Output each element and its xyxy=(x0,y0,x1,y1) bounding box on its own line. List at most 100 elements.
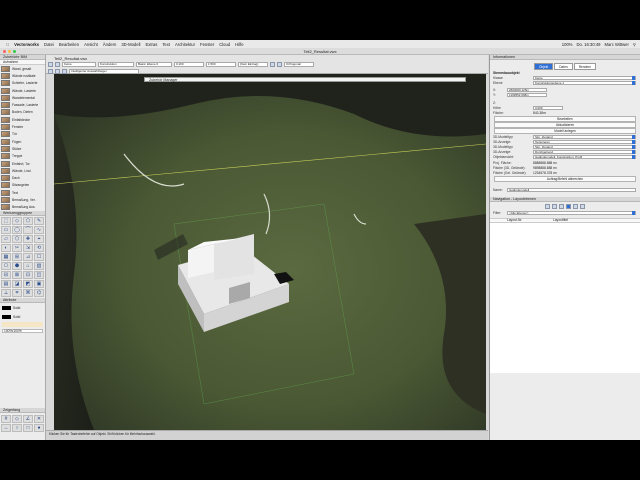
apple-icon[interactable]:  xyxy=(6,42,9,47)
menu-ansicht[interactable]: Ansicht xyxy=(84,42,98,47)
pencil-icon[interactable]: ✎ xyxy=(34,216,44,225)
setting-dropdown[interactable]: Sim. Zustand xyxy=(533,144,636,149)
transform-mode-icon[interactable] xyxy=(62,68,67,74)
close-window-button[interactable] xyxy=(3,50,6,53)
slab-icon[interactable]: ▥ xyxy=(34,261,44,270)
corner-box-icon[interactable]: ◪ xyxy=(12,279,22,288)
update-button[interactable]: Aktualisieren xyxy=(494,122,636,128)
edit-button[interactable]: Bearbeiten xyxy=(494,116,636,122)
resource-item[interactable]: Wände, Lasierte xyxy=(0,87,45,94)
drawing-viewport[interactable]: Zubehör Manager xyxy=(54,74,486,430)
resource-item[interactable]: Wandelemental xyxy=(0,94,45,101)
snap-intersection-icon[interactable]: ✕ xyxy=(34,415,44,423)
battery-status[interactable]: 100% xyxy=(562,42,573,47)
resource-item[interactable]: Einfahrt, Tor xyxy=(0,160,45,167)
resource-item[interactable]: Bemaßung, Ver. xyxy=(0,196,45,203)
create-model-button[interactable]: Modell anlegen xyxy=(494,128,636,134)
projection-dropdown[interactable]: Orthogonal xyxy=(284,61,314,67)
nav-col-title[interactable]: Layouttitel xyxy=(553,218,568,222)
resource-item[interactable]: Bemaßung Aus. xyxy=(0,204,45,211)
resource-item[interactable]: Schiefer, Lasierte xyxy=(0,80,45,87)
setting-dropdown[interactable]: Geländemodell, Konstruktion, Profil xyxy=(533,155,636,160)
menu-bearbeiten[interactable]: Bearbeiten xyxy=(59,42,79,47)
resize-icon[interactable]: ⇲ xyxy=(23,243,33,252)
rotate-mode-icon[interactable] xyxy=(55,68,60,74)
hash-icon[interactable]: ⌗ xyxy=(12,288,22,297)
resource-item[interactable]: Fügen xyxy=(0,138,45,145)
diamond-icon[interactable]: ◇ xyxy=(12,216,22,225)
height-field[interactable]: 3.000 xyxy=(533,105,563,110)
render-field[interactable]: 0.100 xyxy=(174,61,204,67)
x-box-icon[interactable]: ⊠ xyxy=(12,270,22,279)
constraint-dropdown[interactable]: Intelligenter Auswahlzeiger xyxy=(69,68,139,74)
polygon-icon[interactable]: ⬠ xyxy=(23,216,33,225)
perpendicular-icon[interactable]: ⟂ xyxy=(1,288,11,297)
scissors-icon[interactable]: ✂ xyxy=(12,243,22,252)
terrain-scene[interactable] xyxy=(54,74,486,430)
y-field[interactable]: 1199552.068m xyxy=(507,93,547,98)
parallelogram-icon[interactable]: ▱ xyxy=(1,234,11,243)
nav-col-number[interactable]: Layout-Nr. xyxy=(493,218,553,222)
resource-item[interactable]: Einfaltdecke xyxy=(0,116,45,123)
house-icon[interactable]: ⌂ xyxy=(23,261,33,270)
snap-tangent-icon[interactable]: ○ xyxy=(12,424,22,432)
resource-item[interactable]: Text xyxy=(0,189,45,196)
class-dropdown[interactable]: Keine xyxy=(533,75,636,80)
resource-item[interactable]: Tür xyxy=(0,131,45,138)
layer-dropdown[interactable]: Basis: Ebene 0 xyxy=(136,61,172,67)
arc-icon[interactable]: ⌒ xyxy=(23,225,33,234)
line-style-preview[interactable] xyxy=(2,321,43,327)
benzene-icon[interactable]: ⌬ xyxy=(34,288,44,297)
info-palette-header[interactable]: Informationen xyxy=(490,55,640,60)
zoom-window-button[interactable] xyxy=(13,50,16,53)
clock[interactable]: Do. 16:30:49 xyxy=(577,42,601,47)
snap-grid-icon[interactable]: # xyxy=(1,415,11,423)
snap-angle-icon[interactable]: ∠ xyxy=(23,415,33,423)
snap-palette-header[interactable]: Zeigerfang xyxy=(0,408,45,413)
rotate-icon[interactable]: ⟲ xyxy=(34,243,44,252)
tab-rendern[interactable]: Rendern xyxy=(573,63,596,70)
hexagon-icon[interactable]: ⬡ xyxy=(12,234,22,243)
user-name[interactable]: Marc Wittwer xyxy=(604,42,628,47)
pen-style-label[interactable]: Solid xyxy=(13,315,20,319)
nav-sheet-layers-icon[interactable] xyxy=(566,203,571,209)
snap-surface-icon[interactable]: □ xyxy=(23,424,33,432)
menu-cloud[interactable]: Cloud xyxy=(219,42,230,47)
cancel-command-button[interactable]: Auftrag/Befehl abbrechen xyxy=(494,176,636,182)
snap-object-icon[interactable]: ◇ xyxy=(12,415,22,423)
nav-filter-dropdown[interactable]: <Alle Ebenen> xyxy=(507,211,636,216)
resource-item[interactable]: Wände, Lind. xyxy=(0,167,45,174)
view-dropdown[interactable]: Keine xyxy=(62,61,96,67)
resource-item[interactable]: Wand, gesalt xyxy=(0,65,45,72)
tab-objekt[interactable]: Objekt xyxy=(534,63,554,70)
search-icon[interactable]: ⚲ xyxy=(633,42,636,47)
resource-item[interactable]: Wände rustikale xyxy=(0,72,45,79)
nav-views-icon[interactable] xyxy=(573,203,578,209)
triangle-icon[interactable]: ⊿ xyxy=(23,252,33,261)
select-icon[interactable] xyxy=(48,61,53,67)
fill-swatch[interactable] xyxy=(2,305,11,310)
box-icon[interactable]: ☐ xyxy=(34,252,44,261)
zoom-dropdown[interactable]: (Kein Eintrag) xyxy=(238,61,268,67)
resource-item[interactable]: Sitzangelen xyxy=(0,182,45,189)
filled-box-icon[interactable]: ▣ xyxy=(34,279,44,288)
render-mode-icon[interactable] xyxy=(270,61,275,67)
resource-item[interactable]: Treppe xyxy=(0,153,45,160)
grid-icon[interactable]: ⊞ xyxy=(12,252,22,261)
snap-smart-icon[interactable]: ● xyxy=(34,424,44,432)
class-dropdown[interactable]: Konstruktion xyxy=(98,61,134,67)
shape-icon[interactable]: ⬣ xyxy=(12,261,22,270)
resource-item[interactable]: Stütze xyxy=(0,145,45,152)
flyover-icon[interactable] xyxy=(55,61,60,67)
menu-fenster[interactable]: Fenster xyxy=(200,42,214,47)
x-field[interactable]: 2600000.125m xyxy=(507,88,547,93)
wall-icon[interactable]: ▭ xyxy=(1,225,11,234)
pen-swatch[interactable] xyxy=(2,314,11,319)
nav-table-body[interactable] xyxy=(490,223,640,374)
opacity-field[interactable]: 100%/100% xyxy=(2,328,43,333)
nav-sheets-icon[interactable] xyxy=(559,203,564,209)
dot-box-icon[interactable]: ⊡ xyxy=(23,270,33,279)
corner-box-icon[interactable]: ◩ xyxy=(23,279,33,288)
resource-item[interactable]: Dach xyxy=(0,174,45,182)
tab-daten[interactable]: Daten xyxy=(554,63,573,70)
